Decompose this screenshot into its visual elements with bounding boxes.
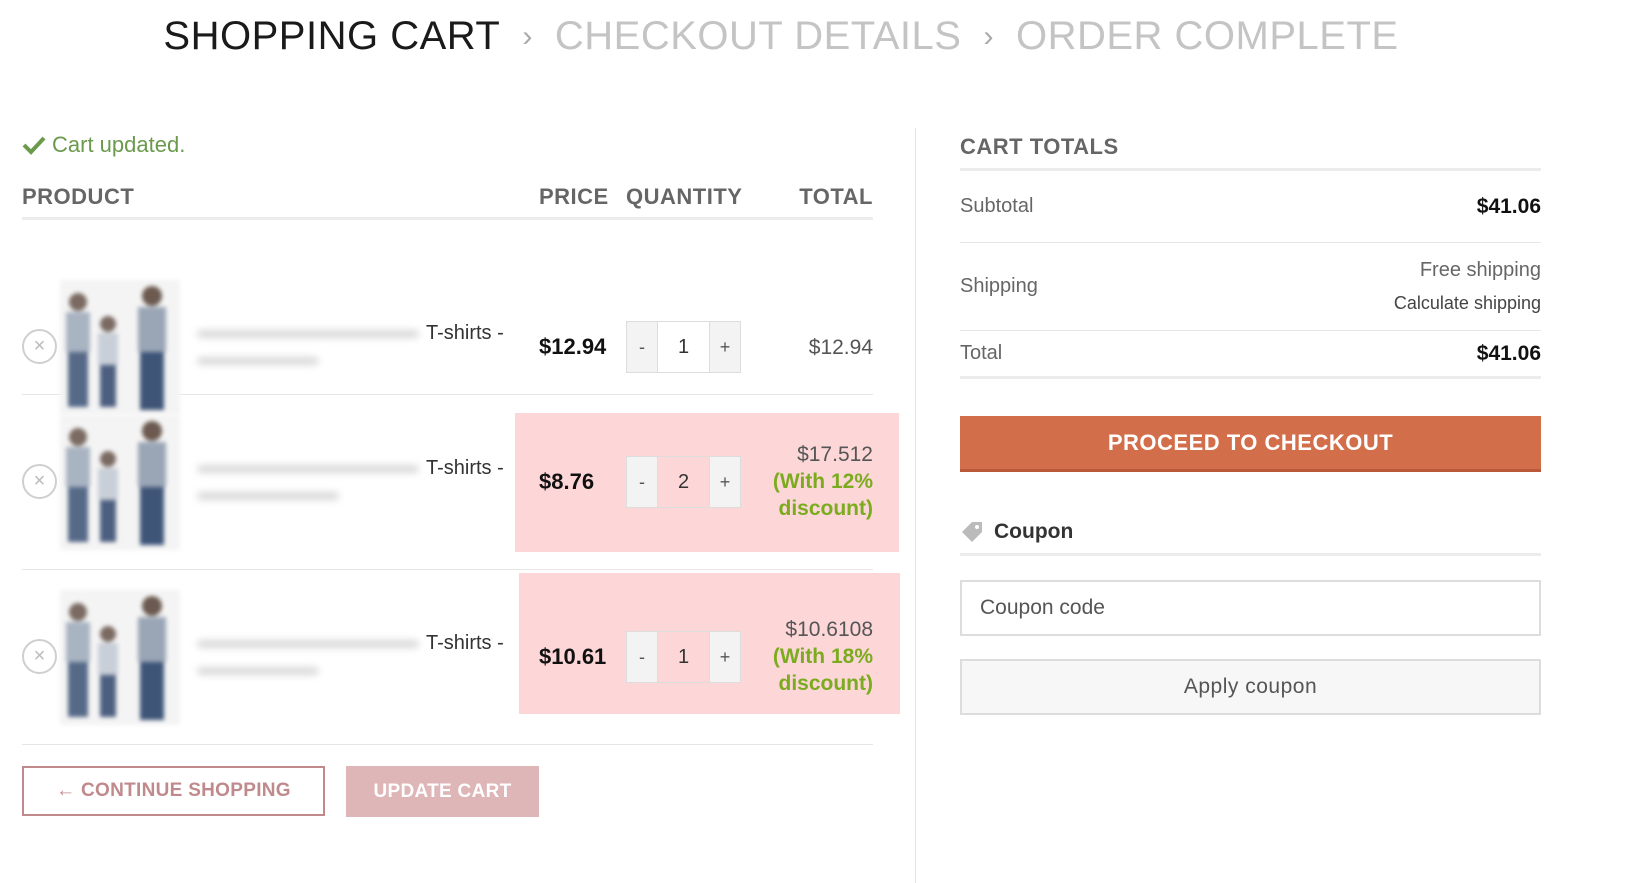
cart-actions: ← CONTINUE SHOPPING UPDATE CART [22,766,539,817]
shipping-row: Shipping Free shipping Calculate shippin… [960,243,1541,331]
subtotal-label: Subtotal [960,195,1034,217]
breadcrumb-step-complete: ORDER COMPLETE [1015,14,1399,58]
product-price: $12.94 [539,334,607,359]
quantity-input[interactable]: 2 [657,457,710,507]
cart-totals-title: CART TOTALS [960,130,1541,171]
header-product: PRODUCT [22,184,135,209]
chevron-right-icon: › [983,19,994,53]
proceed-to-checkout-button[interactable]: PROCEED TO CHECKOUT [960,416,1541,472]
cart-table-header: PRODUCT PRICE QUANTITY TOTAL [22,180,873,220]
line-total: $17.512 (With 12% discount) [753,441,873,522]
breadcrumb: SHOPPING CART › CHECKOUT DETAILS › ORDER… [0,14,1626,59]
quantity-input[interactable]: 1 [657,632,710,682]
subtotal-row: Subtotal $41.06 [960,171,1541,243]
product-name[interactable]: T-shirts - [426,632,504,655]
product-name-blurred: ▬▬▬▬▬▬▬▬▬▬▬ ▬▬▬▬▬▬ [198,320,418,369]
quantity-increase-button[interactable]: + [710,457,740,507]
product-name[interactable]: T-shirts - [426,457,504,480]
quantity-stepper: - 2 + [626,456,741,508]
breadcrumb-step-cart[interactable]: SHOPPING CART [163,14,500,59]
tag-icon [962,521,982,542]
cart-table: PRODUCT PRICE QUANTITY TOTAL × ▬▬▬▬▬▬▬▬▬… [22,180,900,745]
product-thumbnail[interactable] [60,415,180,550]
line-total-value: $10.6108 [785,618,873,641]
coupon-heading: Coupon [960,510,1541,556]
quantity-stepper: - 1 + [626,321,741,373]
shipping-info: Free shipping Calculate shipping [1394,254,1541,320]
column-divider [915,128,916,883]
quantity-increase-button[interactable]: + [710,322,740,372]
product-thumbnail[interactable] [60,590,180,725]
coupon-code-input[interactable] [960,580,1541,636]
table-row: × ▬▬▬▬▬▬▬▬▬▬▬ ▬▬▬▬▬▬ T-shirts - $12.94 - … [22,220,873,415]
coupon-title: Coupon [994,519,1074,543]
quantity-decrease-button[interactable]: - [627,457,657,507]
table-row: × ▬▬▬▬▬▬▬▬▬▬▬ ▬▬▬▬▬▬▬ T-shirts - $8.76 - … [22,395,899,570]
product-price: $8.76 [539,469,595,494]
quantity-input[interactable]: 1 [657,322,710,372]
product-name[interactable]: T-shirts - [426,322,504,345]
product-name-blurred: ▬▬▬▬▬▬▬▬▬▬▬ ▬▬▬▬▬▬▬ [198,455,418,504]
remove-item-button[interactable]: × [22,329,57,364]
line-total: $10.6108 (With 18% discount) [753,616,873,697]
header-quantity: QUANTITY [626,184,743,209]
line-total-value: $17.512 [797,443,873,466]
cart-totals: CART TOTALS Subtotal $41.06 Shipping Fre… [960,130,1541,715]
chevron-right-icon: › [522,19,533,53]
discount-label: (With 18% discount) [772,645,873,695]
line-total-value: $12.94 [808,336,873,359]
continue-shopping-button[interactable]: ← CONTINUE SHOPPING [22,766,325,816]
total-label: Total [960,342,1003,364]
shipping-value: Free shipping [1419,258,1541,281]
notice-text: Cart updated. [52,132,186,157]
remove-item-button[interactable]: × [22,639,57,674]
line-total: $12.94 [809,334,873,361]
remove-item-button[interactable]: × [22,464,57,499]
product-name-blurred: ▬▬▬▬▬▬▬▬▬▬▬ ▬▬▬▬▬▬ [198,630,418,679]
cart-updated-notice: Cart updated. [22,132,185,158]
shipping-label: Shipping [960,275,1038,297]
quantity-decrease-button[interactable]: - [627,632,657,682]
product-price: $10.61 [539,644,607,669]
breadcrumb-step-checkout[interactable]: CHECKOUT DETAILS [555,14,962,59]
discount-label: (With 12% discount) [772,470,873,520]
quantity-stepper: - 1 + [626,631,741,683]
table-row: × ▬▬▬▬▬▬▬▬▬▬▬ ▬▬▬▬▬▬ T-shirts - $10.61 - … [22,570,900,745]
header-total: TOTAL [799,184,873,209]
total-value: $41.06 [1476,341,1541,365]
quantity-decrease-button[interactable]: - [627,322,657,372]
subtotal-value: $41.06 [1476,194,1541,218]
total-row: Total $41.06 [960,331,1541,379]
calculate-shipping-link[interactable]: Calculate shipping [1394,287,1541,320]
apply-coupon-button[interactable]: Apply coupon [960,659,1541,715]
update-cart-button[interactable]: UPDATE CART [346,766,539,817]
checkmark-icon [22,136,46,155]
header-price: PRICE [539,184,609,209]
quantity-increase-button[interactable]: + [710,632,740,682]
